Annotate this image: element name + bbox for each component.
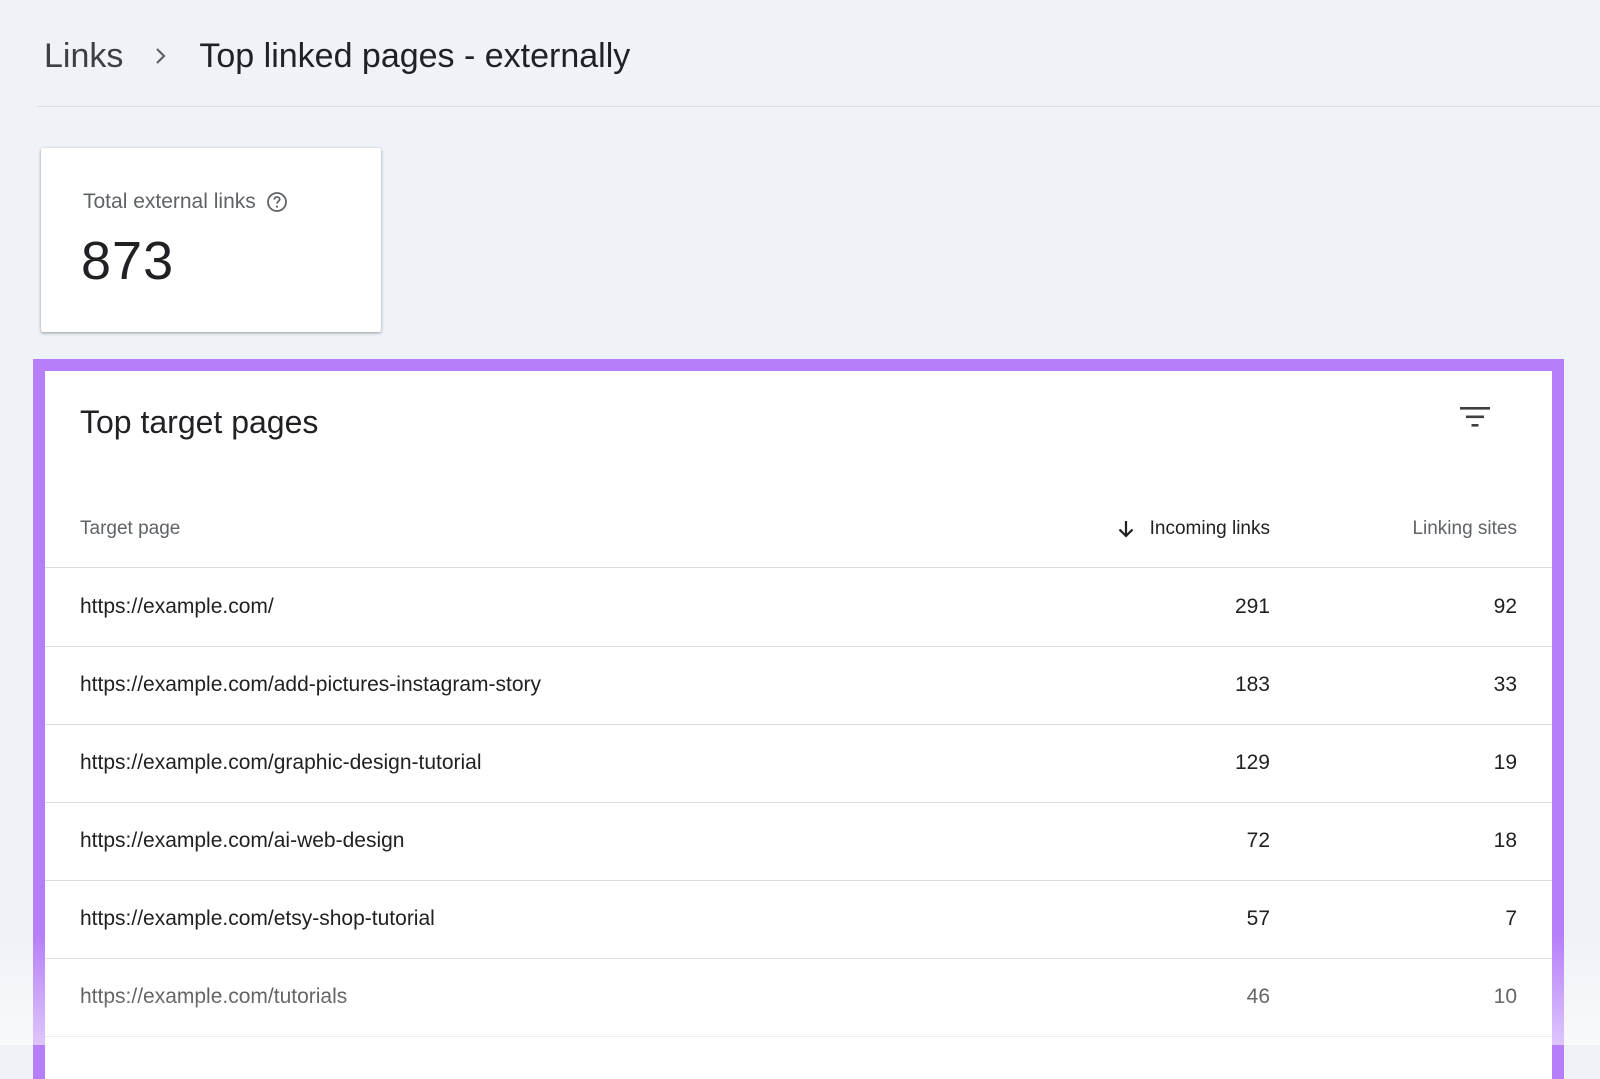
stat-label: Total external links [83,190,256,213]
table-row[interactable]: https://example.com/etsy-shop-tutorial 5… [45,880,1552,959]
total-external-links-card: Total external links 873 [41,148,381,332]
breadcrumb-links[interactable]: Links [44,37,123,76]
cell-linking-sites: 92 [1493,595,1517,618]
card-title: Top target pages [80,404,319,440]
breadcrumb: Links Top linked pages - externally [44,30,630,82]
cell-incoming-links: 183 [1234,673,1270,696]
column-header-linking-sites[interactable]: Linking sites [1412,491,1517,567]
cell-incoming-links: 46 [1246,985,1270,1008]
table-row[interactable]: https://example.com/add-pictures-instagr… [45,646,1552,725]
cell-linking-sites: 18 [1493,829,1517,852]
cell-linking-sites: 19 [1493,751,1517,774]
cell-incoming-links: 129 [1234,751,1270,774]
cell-incoming-links: 72 [1246,829,1270,852]
stat-label-row: Total external links [83,190,288,214]
cell-target-page[interactable]: https://example.com/etsy-shop-tutorial [80,880,435,958]
column-header-incoming-links[interactable]: Incoming links [1114,491,1270,567]
cell-target-page[interactable]: https://example.com/add-pictures-instagr… [80,646,541,724]
table-row[interactable]: https://example.com/ 291 92 [45,568,1552,647]
cell-incoming-links: 291 [1234,595,1270,618]
cell-target-page[interactable]: https://example.com/graphic-design-tutor… [80,724,482,802]
stat-value: 873 [81,231,175,291]
cell-linking-sites: 33 [1493,673,1517,696]
cell-incoming-links: 57 [1246,907,1270,930]
page-title: Top linked pages - externally [199,36,631,75]
chevron-right-icon [145,41,175,71]
cell-target-page[interactable]: https://example.com/tutorials [80,958,347,1036]
filter-button[interactable] [1455,399,1495,439]
column-header-incoming-links-label: Incoming links [1149,518,1270,539]
cell-linking-sites: 10 [1493,985,1517,1008]
top-target-pages-card: Top target pages Target page Incoming li… [33,359,1564,1079]
cell-target-page[interactable]: https://example.com/ai-web-design [80,802,405,880]
table-row[interactable]: https://example.com/graphic-design-tutor… [45,724,1552,803]
table-row[interactable]: https://example.com/ai-web-design 72 18 [45,802,1552,881]
arrow-down-icon [1114,517,1138,541]
table-header: Target page Incoming links Linking sites [45,491,1552,568]
help-circle-icon[interactable] [266,191,288,213]
table-row[interactable]: https://example.com/tutorials 46 10 [45,958,1552,1037]
cell-linking-sites: 7 [1505,907,1517,930]
filter-icon [1459,404,1491,435]
cell-target-page[interactable]: https://example.com/ [80,568,274,646]
header-divider [37,106,1600,107]
column-header-target-page[interactable]: Target page [80,491,180,567]
